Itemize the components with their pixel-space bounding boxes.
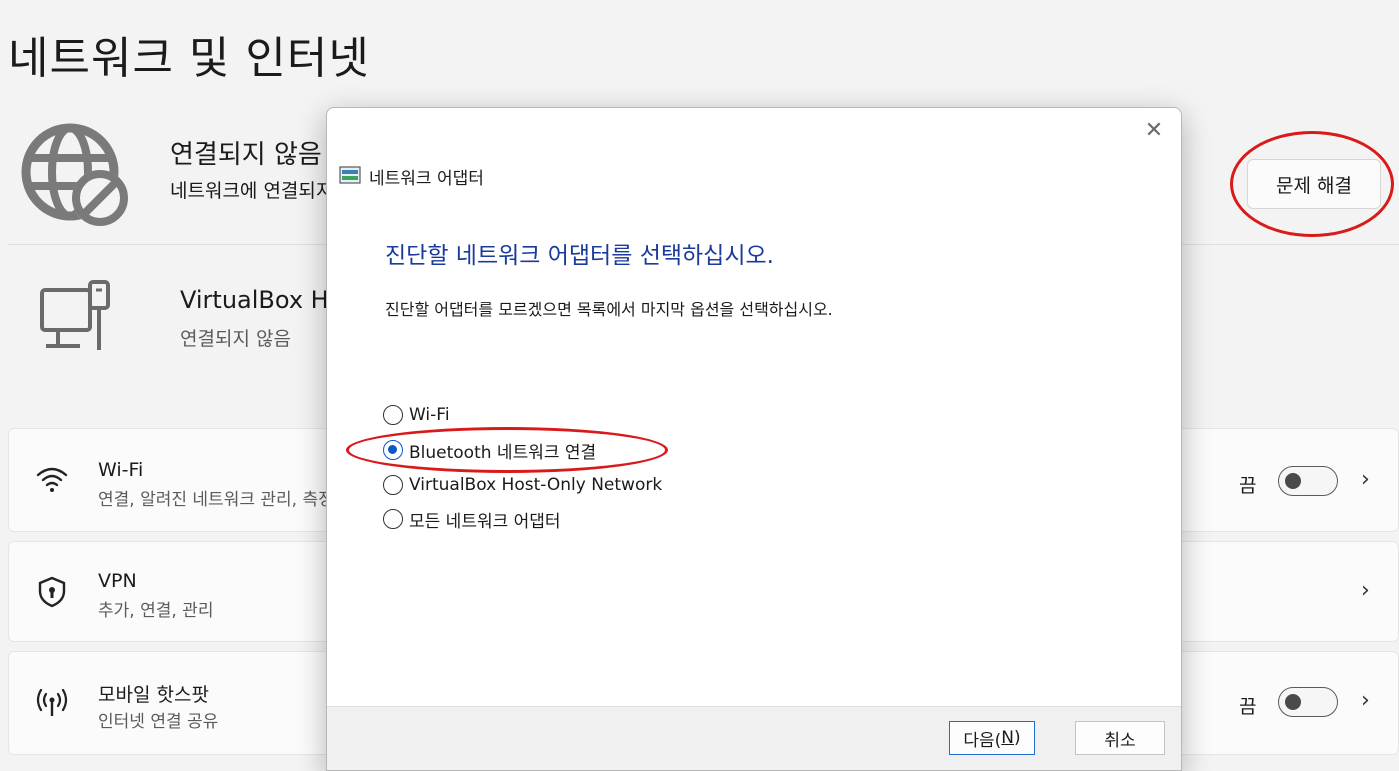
network-adapter-dialog: ✕ 네트워크 어댑터 진단할 네트워크 어댑터를 선택하십시오. 진단할 어댑터…	[326, 107, 1182, 771]
adapter-option-virtualbox[interactable]: VirtualBox Host-Only Network	[383, 472, 662, 498]
wifi-icon	[36, 467, 68, 492]
next-button[interactable]: 다음(N)	[949, 721, 1035, 755]
cancel-button[interactable]: 취소	[1075, 721, 1165, 755]
hotspot-toggle[interactable]	[1278, 687, 1338, 717]
chevron-right-icon: ›	[1361, 467, 1370, 492]
next-mnemonic: N	[1001, 728, 1014, 748]
option-label: Bluetooth 네트워크 연결	[409, 442, 597, 463]
dialog-instruction: 진단할 네트워크 어댑터를 선택하십시오.	[385, 243, 774, 269]
dialog-hint: 진단할 어댑터를 모르겠으면 목록에서 마지막 옵션을 선택하십시오.	[385, 300, 833, 319]
chevron-right-icon: ›	[1361, 578, 1370, 603]
close-icon[interactable]: ✕	[1143, 120, 1165, 142]
radio-button[interactable]	[383, 475, 403, 495]
toggle-knob	[1285, 694, 1301, 710]
adapter-status: 연결되지 않음	[180, 328, 291, 350]
hotspot-icon	[36, 688, 68, 716]
shield-icon	[38, 576, 66, 608]
vpn-subtitle: 추가, 연결, 관리	[98, 601, 214, 621]
adapter-option-bluetooth[interactable]: Bluetooth 네트워크 연결	[383, 437, 596, 463]
wifi-toggle-label: 끔	[1239, 475, 1257, 497]
hotspot-title: 모바일 핫스팟	[98, 684, 209, 706]
radio-button[interactable]	[383, 405, 403, 425]
option-label: Wi-Fi	[409, 405, 450, 425]
hotspot-toggle-label: 끔	[1239, 696, 1257, 718]
troubleshoot-button[interactable]: 문제 해결	[1247, 159, 1381, 209]
vpn-title: VPN	[98, 570, 137, 592]
status-title: 연결되지 않음	[170, 140, 322, 170]
adapter-option-all[interactable]: 모든 네트워크 어댑터	[383, 506, 561, 532]
option-label: VirtualBox Host-Only Network	[409, 475, 663, 495]
adapter-option-wifi[interactable]: Wi-Fi	[383, 402, 450, 428]
wifi-title: Wi-Fi	[98, 459, 144, 481]
dialog-footer: 다음(N) 취소	[327, 706, 1181, 770]
next-label: 다음(	[963, 730, 1002, 751]
dialog-header: 네트워크 어댑터	[369, 169, 484, 189]
wifi-toggle[interactable]	[1278, 466, 1338, 496]
option-label: 모든 네트워크 어댑터	[409, 511, 561, 532]
network-adapter-icon	[339, 166, 361, 184]
page-title: 네트워크 및 인터넷	[8, 33, 370, 84]
hotspot-subtitle: 인터넷 연결 공유	[98, 712, 219, 732]
chevron-right-icon: ›	[1361, 688, 1370, 713]
radio-button-checked[interactable]	[383, 440, 403, 460]
next-close: )	[1014, 728, 1021, 748]
radio-button[interactable]	[383, 509, 403, 529]
ethernet-adapter-icon	[40, 280, 110, 350]
toggle-knob	[1285, 473, 1301, 489]
globe-disconnected-icon	[21, 123, 128, 226]
